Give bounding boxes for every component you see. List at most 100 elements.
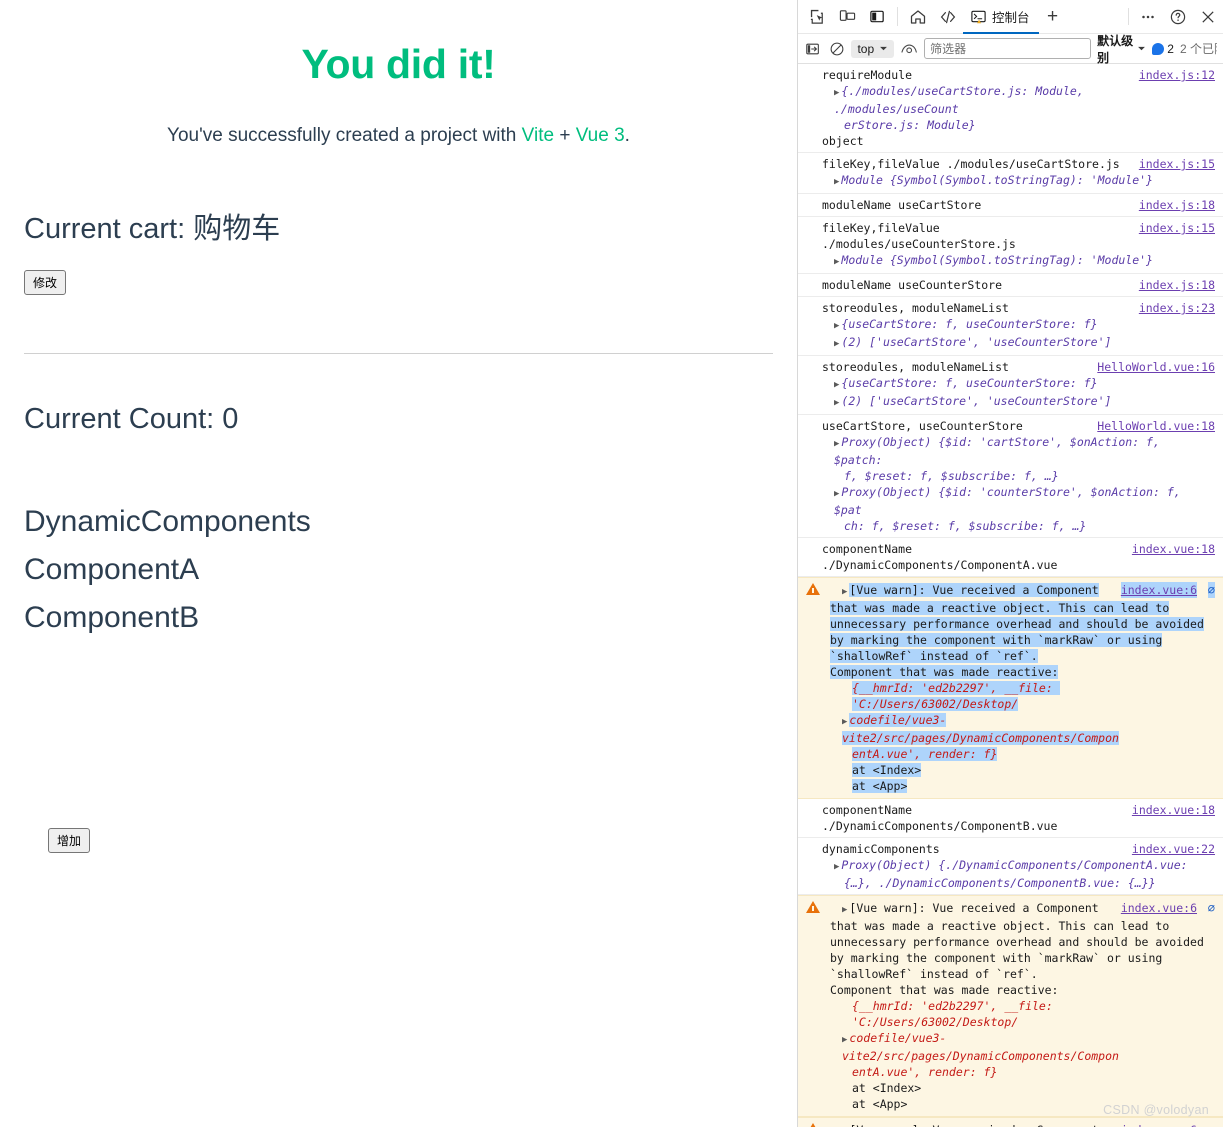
- source-location-link[interactable]: index.js:18: [1139, 277, 1215, 293]
- source-location-link[interactable]: index.vue:6: [1120, 582, 1197, 598]
- increase-count-button[interactable]: 增加: [48, 828, 91, 853]
- expand-triangle-icon[interactable]: ▶: [842, 1035, 847, 1045]
- console-message-line: erStore.js: Module}: [844, 118, 976, 132]
- source-location-link[interactable]: index.js:12: [1139, 67, 1215, 83]
- console-log-message[interactable]: index.vue:22 dynamicComponents ▶ Proxy(Obje…: [798, 838, 1223, 895]
- console-message-line: unnecessary performance overhead and sho…: [830, 935, 1204, 949]
- warning-triangle-icon: [806, 901, 820, 914]
- device-emulation-icon[interactable]: [832, 0, 862, 33]
- expand-triangle-icon[interactable]: ▶: [842, 905, 847, 915]
- console-message-line: ./modules/useCounterStore.js: [822, 237, 1016, 251]
- code-icon[interactable]: [933, 0, 963, 33]
- filter-source-icon[interactable]: ⌀: [1207, 582, 1215, 598]
- console-message-line: ▶ codefile/vue3-vite2/src/pages/DynamicCo…: [842, 1031, 1119, 1063]
- help-icon[interactable]: [1163, 0, 1193, 33]
- source-location-link[interactable]: index.js:18: [1139, 197, 1215, 213]
- close-icon[interactable]: [1193, 0, 1223, 33]
- source-location-link[interactable]: HelloWorld.vue:18: [1097, 418, 1215, 434]
- tab-console[interactable]: 控制台: [963, 0, 1039, 34]
- expand-triangle-icon[interactable]: ▶: [834, 398, 839, 408]
- subtitle-suffix: .: [624, 125, 630, 146]
- home-icon[interactable]: [903, 0, 933, 33]
- source-location-link[interactable]: index.js:15: [1139, 220, 1215, 236]
- source-location-link[interactable]: index.vue:18: [1132, 541, 1215, 557]
- console-message-list[interactable]: index.js:12 requireModule ▶ {./modules/useC…: [798, 64, 1223, 1127]
- source-location-link[interactable]: index.js:23: [1139, 300, 1215, 316]
- inspect-element-icon[interactable]: [802, 0, 832, 33]
- expand-triangle-icon[interactable]: ▶: [834, 88, 839, 98]
- log-level-label: 默认级别: [1097, 33, 1134, 65]
- source-location-link[interactable]: index.vue:22: [1132, 841, 1215, 857]
- console-log-message[interactable]: index.js:18 moduleName useCartStore: [798, 194, 1223, 217]
- console-message-line: ./DynamicComponents/ComponentB.vue: [822, 819, 1058, 833]
- clear-console-icon[interactable]: [804, 38, 822, 60]
- console-message-line: f, $reset: f, $subscribe: f, …}: [844, 469, 1059, 483]
- component-b-label: ComponentB: [24, 601, 200, 634]
- console-message-line: ▶ Module {Symbol(Symbol.toStringTag): 'Mo…: [834, 173, 1153, 187]
- warning-count-badge[interactable]: 2: [1152, 42, 1174, 56]
- execution-context-select[interactable]: top: [851, 39, 895, 58]
- console-log-message[interactable]: index.vue:18 componentName ./DynamicCompon…: [798, 538, 1223, 577]
- expand-triangle-icon[interactable]: ▶: [834, 177, 839, 187]
- expand-triangle-icon[interactable]: ▶: [834, 339, 839, 349]
- live-expression-eye-icon[interactable]: [900, 38, 918, 60]
- expand-triangle-icon[interactable]: ▶: [834, 862, 839, 872]
- expand-triangle-icon[interactable]: ▶: [834, 439, 839, 449]
- console-message-line: ▶ {./modules/useCartStore.js: Module, ./m…: [834, 84, 1091, 116]
- console-message-line: `shallowRef` instead of `ref`.: [830, 649, 1038, 663]
- modify-cart-button[interactable]: 修改: [24, 270, 67, 295]
- console-log-message[interactable]: index.js:15 fileKey,fileValue ./modules/us…: [798, 217, 1223, 274]
- console-log-message[interactable]: index.js:12 requireModule ▶ {./modules/useC…: [798, 64, 1223, 153]
- source-location-link[interactable]: index.vue:6: [1121, 900, 1197, 916]
- expand-triangle-icon[interactable]: ▶: [834, 321, 839, 331]
- console-warning-message[interactable]: index.vue:6⌀▶[Vue warn]: Vue received a …: [798, 1117, 1223, 1127]
- execution-context-value: top: [857, 41, 875, 56]
- console-message-line: entA.vue', render: f}: [852, 1065, 998, 1079]
- vue3-link[interactable]: Vue 3: [576, 125, 625, 146]
- console-tab-label: 控制台: [992, 11, 1030, 25]
- source-location-link[interactable]: index.vue:6: [1121, 1122, 1197, 1127]
- console-log-message[interactable]: index.js:18 moduleName useCounterStore: [798, 274, 1223, 297]
- dock-side-icon[interactable]: [862, 0, 892, 33]
- filter-input[interactable]: [924, 38, 1092, 59]
- console-log-message[interactable]: HelloWorld.vue:16 storeodules, moduleName…: [798, 356, 1223, 415]
- console-message-line: Component that was made reactive:: [830, 983, 1059, 997]
- current-cart-heading: Current cart: 购物车: [24, 213, 281, 245]
- vite-link[interactable]: Vite: [522, 125, 554, 146]
- console-message-line: ▶ Proxy(Object) {$id: 'cartStore', $onAct…: [834, 435, 1167, 467]
- expand-triangle-icon[interactable]: ▶: [834, 380, 839, 390]
- console-message-line: at <App>: [852, 779, 908, 793]
- filter-source-icon[interactable]: ⌀: [1208, 1122, 1215, 1127]
- console-log-message[interactable]: index.js:23 storeodules, moduleNameList ▶{…: [798, 297, 1223, 356]
- expand-triangle-icon[interactable]: ▶: [842, 587, 847, 597]
- console-log-message[interactable]: index.js:15 fileKey,fileValue ./modules/u…: [798, 153, 1223, 194]
- console-log-message[interactable]: index.vue:18 componentName ./DynamicCompon…: [798, 799, 1223, 838]
- filter-source-icon[interactable]: ⌀: [1208, 900, 1215, 916]
- console-message-line: ch: f, $reset: f, $subscribe: f, …}: [844, 519, 1087, 533]
- console-message-line: `shallowRef` instead of `ref`.: [830, 967, 1038, 981]
- console-message-line: by marking the component with `markRaw` …: [830, 633, 1163, 647]
- console-message-line: ▶ (2) ['useCartStore', 'useCounterStore']: [834, 335, 1112, 349]
- no-entry-clear-icon[interactable]: [828, 38, 846, 60]
- expand-triangle-icon[interactable]: ▶: [842, 717, 847, 727]
- source-location-link[interactable]: index.vue:18: [1132, 802, 1215, 818]
- console-warning-message[interactable]: index.vue:6⌀▶[Vue warn]: Vue received a …: [798, 895, 1223, 1117]
- add-panel-button[interactable]: +: [1039, 0, 1067, 33]
- more-options-icon[interactable]: [1133, 0, 1163, 33]
- expand-triangle-icon[interactable]: ▶: [834, 257, 839, 267]
- console-message-line: ▶ (2) ['useCartStore', 'useCounterStore']: [834, 394, 1112, 408]
- console-message-line: ./DynamicComponents/ComponentA.vue: [822, 558, 1058, 572]
- expand-triangle-icon[interactable]: ▶: [834, 489, 839, 499]
- console-warning-message[interactable]: index.vue:6⌀▶[Vue warn]: Vue received a …: [798, 577, 1223, 799]
- web-page-viewport: You did it! You've successfully created …: [0, 0, 798, 1127]
- source-location-link[interactable]: index.js:15: [1139, 156, 1215, 172]
- subtitle-prefix: You've successfully created a project wi…: [167, 125, 522, 146]
- source-location-link[interactable]: HelloWorld.vue:16: [1097, 359, 1215, 375]
- console-message-line: {__hmrId: 'ed2b2297', __file: 'C:/Users/…: [852, 999, 1060, 1029]
- console-message-line: ▶ Module {Symbol(Symbol.toStringTag): 'Mo…: [834, 253, 1153, 267]
- tabbar-spacer: [1067, 0, 1124, 33]
- console-log-message[interactable]: HelloWorld.vue:18 useCartStore, useCounte…: [798, 415, 1223, 538]
- log-level-select[interactable]: 默认级别: [1097, 32, 1146, 66]
- console-message-line: at <Index>: [852, 1081, 922, 1095]
- warning-bubble-icon: [1152, 42, 1165, 55]
